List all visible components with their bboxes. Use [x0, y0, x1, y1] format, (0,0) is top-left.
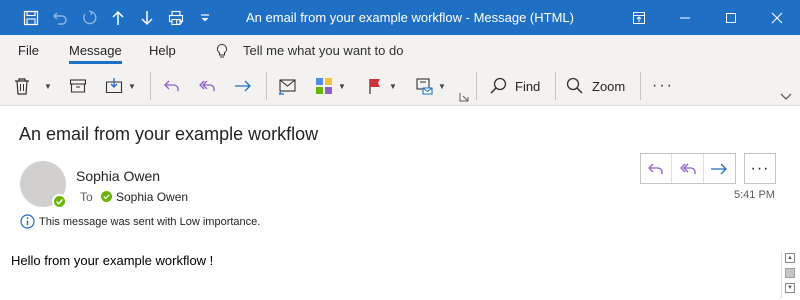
received-time: 5:41 PM	[734, 189, 775, 201]
up-arrow-icon[interactable]	[103, 0, 132, 35]
vertical-scrollbar[interactable]: ▲ ▼	[781, 251, 797, 298]
minimize-icon[interactable]	[662, 0, 708, 35]
zoom-button[interactable]: Zoom	[565, 72, 625, 100]
more-icon: ···	[652, 77, 674, 94]
message-body: Hello from your example workflow !	[11, 253, 214, 268]
recipient-available-icon	[101, 191, 112, 202]
chevron-down-icon[interactable]: ▼	[338, 82, 346, 91]
categorize-icon	[316, 78, 332, 94]
scroll-up-icon[interactable]: ▲	[785, 253, 795, 263]
reply-with-meeting-button[interactable]	[277, 72, 297, 100]
tab-file[interactable]: File	[18, 35, 39, 66]
message-subject: An email from your example workflow	[19, 124, 319, 144]
reply-all-icon	[199, 80, 215, 91]
sender-name[interactable]: Sophia Owen	[76, 168, 160, 184]
reply-icon	[648, 163, 663, 174]
recipient-name[interactable]: Sophia Owen	[116, 190, 188, 204]
reply-button[interactable]	[641, 154, 673, 183]
chevron-down-icon[interactable]: ▼	[438, 82, 446, 91]
tell-me-text: Tell me what you want to do	[243, 43, 404, 58]
tell-me-search[interactable]: Tell me what you want to do	[214, 35, 403, 66]
forward-icon	[235, 80, 251, 92]
undo-icon[interactable]	[45, 0, 74, 35]
forward-icon	[711, 163, 728, 174]
maximize-icon[interactable]	[708, 0, 754, 35]
trash-icon	[15, 78, 29, 95]
window-controls	[616, 0, 800, 35]
lightbulb-icon	[216, 43, 228, 57]
archive-button[interactable]	[68, 72, 88, 100]
move-to-folder-icon	[105, 78, 123, 94]
ribbon-tabs: File Message Help Tell me what you want …	[0, 35, 800, 66]
zoom-icon	[566, 77, 583, 94]
move-button[interactable]: ▼	[104, 72, 136, 100]
actions-button[interactable]: ▼	[414, 72, 446, 100]
flag-icon	[369, 79, 380, 94]
mail-actions-icon	[416, 78, 433, 95]
find-button[interactable]: Find	[488, 72, 540, 100]
redo-icon[interactable]	[74, 0, 103, 35]
scroll-thumb[interactable]	[785, 268, 795, 278]
archive-icon	[69, 79, 87, 93]
delete-button[interactable]: ▼	[12, 72, 52, 100]
ribbon-separator	[640, 72, 641, 100]
zoom-label: Zoom	[592, 78, 626, 94]
quick-access-toolbar	[0, 0, 219, 35]
chevron-down-icon[interactable]: ▼	[44, 82, 52, 91]
categorize-button[interactable]: ▼	[314, 72, 346, 100]
forward-button[interactable]	[704, 154, 735, 183]
reply-all-button[interactable]	[672, 154, 704, 183]
title-bar: An email from your example workflow - Me…	[0, 0, 800, 35]
to-label: To	[80, 190, 93, 204]
ribbon-toolbar: ▼ ▼ ▼ ▼ ▼ Find Zoom ···	[0, 66, 800, 106]
importance-note: This message was sent with Low importanc…	[39, 216, 261, 228]
save-icon[interactable]	[16, 0, 45, 35]
more-commands-button[interactable]: ···	[652, 72, 674, 100]
reply-button[interactable]	[162, 72, 182, 100]
tab-help[interactable]: Help	[149, 35, 176, 66]
reply-all-icon	[679, 163, 696, 174]
close-icon[interactable]	[754, 0, 800, 35]
ribbon-separator	[555, 72, 556, 100]
collapse-ribbon-icon[interactable]	[779, 90, 793, 102]
chevron-down-icon[interactable]: ▼	[128, 82, 136, 91]
ribbon-separator	[476, 72, 477, 100]
tab-message[interactable]: Message	[69, 35, 122, 66]
find-label: Find	[515, 78, 541, 94]
dialog-launcher-icon[interactable]	[459, 92, 469, 102]
info-icon	[20, 214, 35, 229]
follow-up-button[interactable]: ▼	[365, 72, 397, 100]
search-icon	[490, 77, 507, 94]
ribbon-display-options-icon[interactable]	[616, 0, 662, 35]
more-actions-button[interactable]: ···	[744, 153, 776, 184]
print-icon[interactable]	[161, 0, 190, 35]
chevron-down-icon[interactable]: ▼	[389, 82, 397, 91]
forward-button[interactable]	[233, 72, 253, 100]
ribbon-separator	[266, 72, 267, 100]
mail-reply-icon	[278, 79, 296, 95]
scroll-down-icon[interactable]: ▼	[785, 283, 795, 293]
ribbon-separator	[150, 72, 151, 100]
reply-actions-group	[640, 153, 736, 184]
down-arrow-icon[interactable]	[132, 0, 161, 35]
reply-all-button[interactable]	[197, 72, 217, 100]
window-title: An email from your example workflow - Me…	[246, 10, 574, 25]
presence-available-icon	[52, 194, 67, 209]
customize-icon[interactable]	[190, 0, 219, 35]
reply-icon	[164, 80, 179, 91]
